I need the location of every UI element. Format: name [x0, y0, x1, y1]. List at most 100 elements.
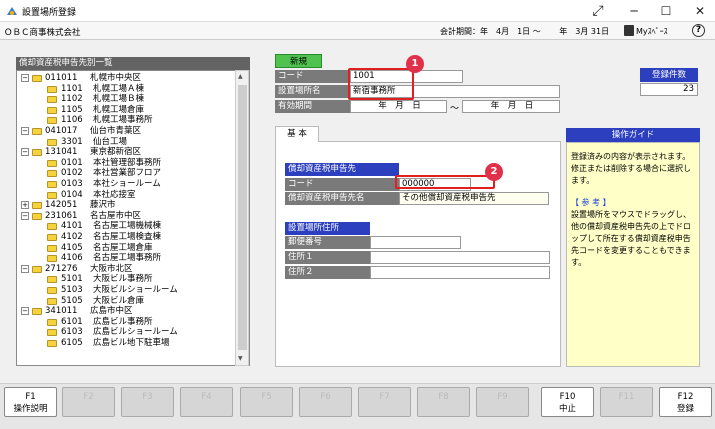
tree-item[interactable]: +142051 藤沢市 — [17, 200, 237, 210]
fkey-label: 操作説明 — [13, 404, 48, 414]
collapse-icon[interactable]: − — [21, 307, 29, 316]
tree-item[interactable]: 1106 札幌工場事務所 — [17, 115, 237, 125]
collapse-icon[interactable]: − — [21, 127, 29, 135]
fkey-f1-button[interactable]: F1 操作説明 — [4, 387, 57, 417]
tree-item-name: 本社管理部事務所 — [93, 157, 162, 168]
address2-input[interactable] — [370, 266, 550, 279]
fkey-number: F3 — [142, 392, 153, 402]
address1-label: 住所１ — [285, 251, 370, 264]
tab-basic[interactable]: 基 本 — [275, 126, 319, 142]
folder-icon — [47, 329, 57, 337]
fkey-f12-button[interactable]: F12 登録 — [659, 387, 712, 417]
tree-item[interactable]: − 341011 広島市中区 — [17, 306, 237, 316]
tree-item-name: 札幌工場事務所 — [93, 115, 153, 126]
tax-name-value: その他償却資産税申告先 — [399, 192, 549, 205]
tree-item[interactable]: 4105 名古屋工場倉庫 — [17, 243, 237, 253]
tree-item-code: 6105 — [61, 338, 83, 348]
new-badge: 新規 — [275, 54, 322, 68]
tree-item-name: 仙台工場 — [93, 136, 128, 147]
tree-item-name: 大阪ビルショールーム — [93, 285, 178, 295]
tree-item[interactable]: 0101 本社管理部事務所 — [17, 158, 237, 168]
fkey-number: F7 — [379, 392, 390, 402]
tree-item[interactable]: − 231061 名古屋市中区 — [17, 211, 237, 221]
collapse-icon[interactable]: − — [21, 211, 29, 220]
postal-code-input[interactable] — [370, 236, 461, 249]
myspace-link[interactable]: Myｽﾍﾟｰｽ — [636, 26, 668, 37]
tree-item-name: 札幌工場倉庫 — [93, 104, 145, 115]
tree-item[interactable]: − 041017 仙台市青葉区 — [17, 126, 237, 136]
tree-item[interactable]: − 011011 札幌市中央区 — [17, 73, 237, 83]
tree-item[interactable]: 4102 名古屋工場検査棟 — [17, 232, 237, 242]
postal-code-label: 郵便番号 — [285, 236, 370, 249]
tree-item[interactable]: 6105 広島ビル地下駐車場 — [17, 338, 237, 348]
address1-input[interactable] — [370, 251, 550, 264]
fkey-number: F8 — [438, 392, 449, 402]
folder-icon — [47, 85, 57, 93]
tree-item[interactable]: 4106 名古屋工場事務所 — [17, 253, 237, 263]
minimize-button[interactable]: ─ — [618, 0, 650, 22]
folder-icon — [47, 244, 57, 252]
code-label: コード — [275, 70, 350, 83]
calendar-icon[interactable] — [624, 25, 634, 36]
tree-item[interactable]: 4101 名古屋工場機械棟 — [17, 221, 237, 231]
annotation-box-1 — [348, 68, 414, 100]
tree-item-name: 本社営業部フロア — [93, 168, 162, 179]
location-name-label: 設置場所名 — [275, 85, 350, 98]
tree-item-code: 231061 — [45, 210, 78, 221]
folder-icon — [47, 340, 57, 347]
tree-item[interactable]: 6103 広島ビルショールーム — [17, 327, 237, 337]
valid-tilde: ～ — [450, 104, 460, 114]
tree-item-code: 131041 — [45, 147, 78, 158]
tree-item[interactable]: 5101 大阪ビル事務所 — [17, 274, 237, 284]
tree-item-name: 名古屋工場事務所 — [93, 253, 162, 264]
tree-item[interactable]: 0103 本社ショールーム — [17, 179, 237, 189]
folder-icon — [47, 138, 57, 146]
fkey-f8-button: F8 — [417, 387, 470, 417]
tax-code-label: コード — [285, 178, 399, 191]
valid-to-input[interactable]: 年 月 日 — [462, 100, 560, 113]
scroll-up-icon[interactable]: ▲ — [238, 73, 243, 80]
annotation-marker-2: 2 — [485, 163, 503, 181]
tree-item-code: 1102 — [61, 94, 83, 105]
tree-item[interactable]: − 271276 大阪市北区 — [17, 264, 237, 274]
fullscreen-icon[interactable]: ⤢ — [582, 0, 614, 22]
location-tree[interactable]: − 011011 札幌市中央区 1101 札幌工場Ａ棟 1102 札幌工場Ｂ棟 1105 札幌工… — [16, 70, 250, 366]
tree-item-code: 041017 — [45, 126, 78, 136]
fkey-f10-button[interactable]: F10 中止 — [541, 387, 594, 417]
tree-item[interactable]: 5103 大阪ビルショールーム — [17, 285, 237, 295]
tree-item-name: 名古屋工場検査棟 — [93, 232, 162, 242]
collapse-icon[interactable]: − — [21, 264, 29, 273]
tree-item-code: 0101 — [61, 157, 83, 168]
tree-item-code: 1106 — [61, 115, 83, 126]
valid-from-input[interactable]: 年 月 日 — [350, 100, 447, 113]
tree-item[interactable]: 1102 札幌工場Ｂ棟 — [17, 94, 237, 104]
maximize-button[interactable]: ☐ — [650, 0, 682, 22]
tree-item[interactable]: 1101 札幌工場Ａ棟 — [17, 84, 237, 94]
app-icon — [7, 7, 17, 15]
collapse-icon[interactable]: − — [21, 148, 29, 157]
folder-icon — [47, 297, 57, 305]
valid-period-label: 有効期間 — [275, 100, 350, 113]
record-count-value: 23 — [640, 83, 698, 96]
tree-item[interactable]: 3301 仙台工場 — [17, 137, 237, 147]
collapse-icon[interactable]: − — [21, 74, 29, 82]
tree-item-code: 5103 — [61, 285, 83, 295]
fkey-f2-button: F2 — [62, 387, 115, 417]
tree-item[interactable]: 1105 札幌工場倉庫 — [17, 105, 237, 115]
tree-scrollbar[interactable]: ▲ ▼ — [235, 70, 249, 366]
tree-item[interactable]: 0104 本社応接室 — [17, 190, 237, 200]
fiscal-period: 会計期間：年 4月 1日 ～ 年 3月 31日 — [440, 27, 610, 36]
address-section-header: 設置場所住所 — [285, 222, 370, 235]
scroll-thumb[interactable] — [238, 85, 247, 350]
annotation-marker-1: 1 — [406, 55, 424, 73]
scroll-down-icon[interactable]: ▼ — [238, 355, 243, 362]
tree-item[interactable]: 6101 広島ビル事務所 — [17, 317, 237, 327]
tree-item[interactable]: 5105 大阪ビル倉庫 — [17, 296, 237, 306]
close-button[interactable]: ✕ — [684, 0, 715, 22]
help-icon[interactable]: ? — [692, 24, 705, 37]
expand-icon[interactable]: + — [21, 201, 29, 210]
folder-icon — [47, 191, 57, 199]
folder-icon — [47, 276, 57, 284]
tree-item[interactable]: 0102 本社営業部フロア — [17, 168, 237, 178]
tree-item[interactable]: − 131041 東京都新宿区 — [17, 147, 237, 157]
